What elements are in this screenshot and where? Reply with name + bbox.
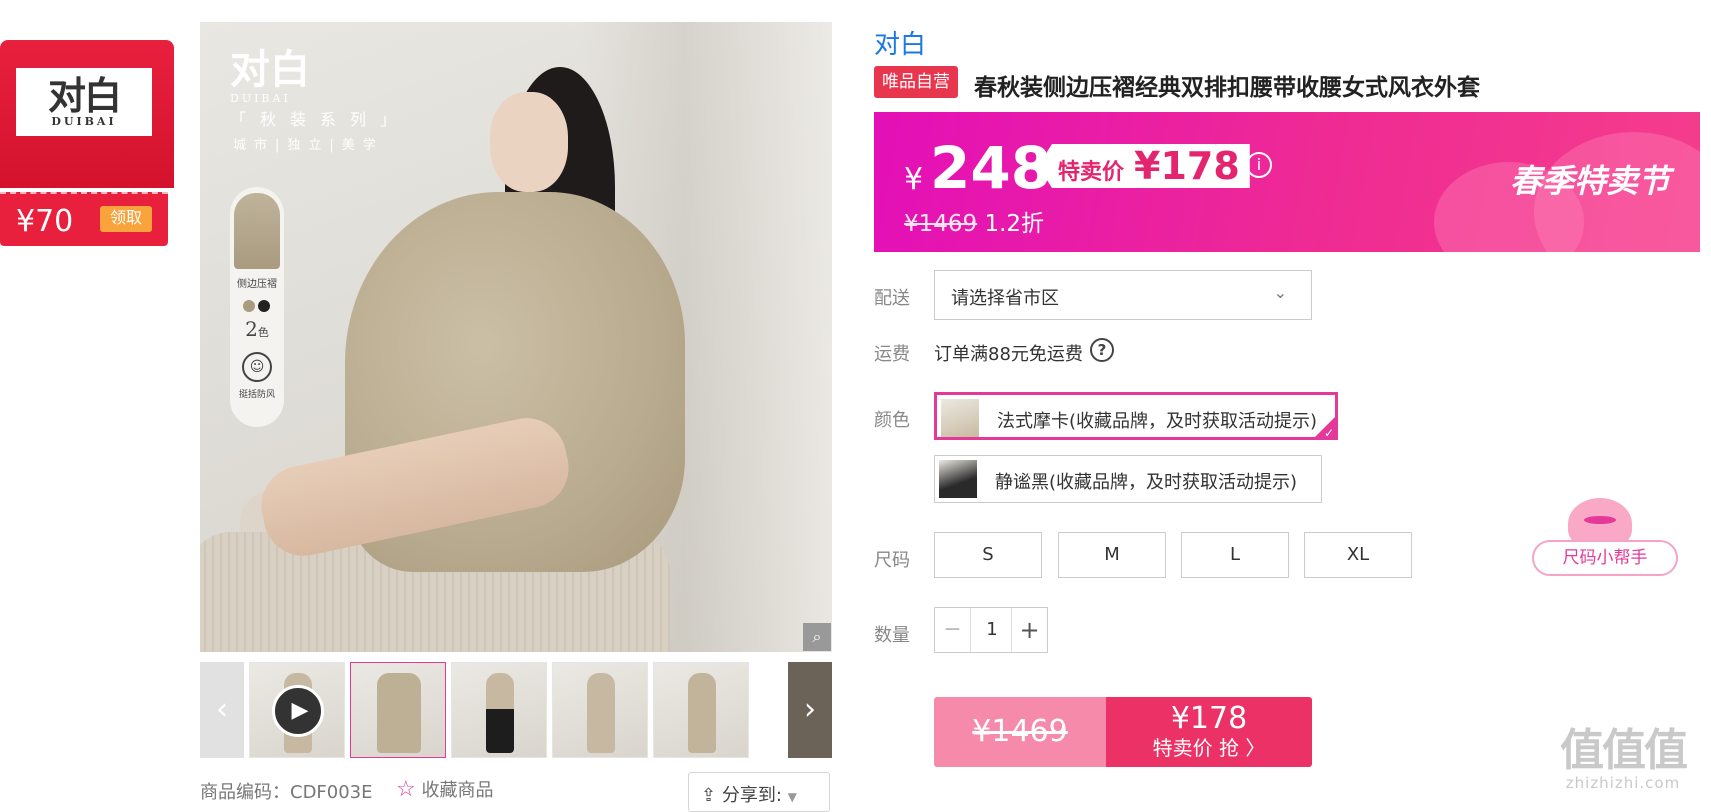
product-title: 春秋装侧边压褶经典双排扣腰带收腰女式风衣外套 — [974, 75, 1480, 101]
info-icon[interactable]: i — [1246, 152, 1272, 178]
favorite-label: 收藏商品 — [421, 780, 494, 801]
magnifier-icon[interactable]: ⌕ — [803, 623, 831, 651]
buy-now-button[interactable]: ¥178 特卖价 抢 〉 — [1106, 697, 1312, 767]
logo-text-cn: 对白 — [47, 72, 122, 118]
claim-coupon-button[interactable]: 领取 — [100, 206, 152, 232]
thumbnail-figure — [486, 673, 514, 753]
check-icon: ✓ — [1323, 426, 1334, 440]
thumbnail-figure — [688, 673, 716, 753]
price-original-row: ¥1469 1.2折 — [904, 204, 1044, 238]
buy-price: ¥178 — [1170, 701, 1248, 736]
price-banner: ¥ 248 特卖价 ¥178 i ¥1469 1.2折 春季特卖节 — [874, 112, 1700, 252]
image-subtitle: 城市|独立|美学 — [233, 138, 384, 153]
image-pill-label: 侧边压褶 — [237, 279, 277, 290]
color-option-black[interactable]: 静谧黑(收藏品牌，及时获取活动提示) — [934, 455, 1322, 503]
quantity-value[interactable]: 1 — [972, 608, 1012, 652]
image-model-head — [490, 92, 568, 192]
share-icon: ⇪ — [701, 785, 717, 806]
product-code: 商品编码：CDF003E — [200, 782, 373, 803]
chevron-left-icon[interactable]: ‹ — [200, 662, 244, 758]
size-label: 尺码 — [874, 550, 910, 571]
sale-price-label: 特卖价 — [1058, 160, 1125, 185]
sale-price-amount: ¥178 — [1134, 144, 1240, 188]
image-feature-pill: 侧边压褶 2色 ☺ 挺括防风 — [230, 187, 284, 427]
price-discount: 1.2折 — [984, 211, 1045, 237]
size-helper-button[interactable]: 尺码小帮手 — [1532, 540, 1678, 576]
region-placeholder: 请选择省市区 — [951, 288, 1059, 309]
watermark-logo: 值值值 — [1560, 725, 1688, 776]
quantity-stepper[interactable]: − 1 + — [934, 607, 1048, 653]
caret-down-icon: ▼ — [787, 790, 797, 804]
thumbnail-item[interactable] — [451, 662, 547, 758]
star-icon: ☆ — [396, 777, 416, 802]
thumbnail-figure — [377, 673, 421, 753]
thumbnail-video[interactable]: ▶ — [249, 662, 345, 758]
image-brand-mark: 对白 DUIBAI — [230, 46, 310, 106]
chevron-down-icon: ⌄ — [1273, 283, 1287, 302]
coupon-header: 对白 DUIBAI — [0, 40, 174, 188]
thumbnail-item[interactable] — [653, 662, 749, 758]
sale-price-tag: 特卖价 ¥178 — [1038, 144, 1250, 188]
color-swatch — [939, 460, 977, 498]
watermark-url: zhizhizhi.com — [1565, 774, 1681, 792]
image-series-text: 「秋装系列」 — [230, 110, 411, 129]
buy-original-price: ¥1469 — [934, 697, 1106, 767]
share-dropdown[interactable]: ⇪ 分享到: ▼ — [688, 772, 830, 812]
image-brand-cn: 对白 — [230, 46, 310, 93]
play-icon[interactable]: ▶ — [272, 685, 324, 737]
color-option-label: 静谧黑(收藏品牌，及时获取活动提示) — [995, 472, 1298, 493]
main-product-image[interactable]: 对白 DUIBAI 「秋装系列」 城市|独立|美学 侧边压褶 2色 ☺ 挺括防风… — [200, 22, 832, 652]
shipping-fee-label: 运费 — [874, 344, 910, 365]
windproof-icon: ☺ — [242, 352, 272, 382]
color-label: 颜色 — [874, 410, 910, 431]
color-dot-mocha — [243, 300, 255, 312]
color-swatch — [941, 399, 979, 437]
plus-icon[interactable]: + — [1011, 608, 1047, 652]
delivery-label: 配送 — [874, 288, 910, 309]
logo-text-en: DUIBAI — [51, 114, 117, 128]
image-colors-count: 2色 — [245, 317, 269, 341]
share-label: 分享到: — [721, 785, 782, 806]
image-brand-en: DUIBAI — [230, 92, 291, 105]
price-currency: ¥ — [904, 162, 924, 197]
chevron-right-icon[interactable]: › — [788, 662, 832, 758]
quantity-label: 数量 — [874, 625, 910, 646]
size-option-l[interactable]: L — [1181, 532, 1289, 578]
size-helper[interactable]: 尺码小帮手 — [1532, 498, 1678, 578]
price-original: ¥1469 — [904, 211, 978, 237]
image-pill-feature: 挺括防风 — [238, 390, 275, 400]
thumbnail-item[interactable] — [350, 662, 446, 758]
shipping-fee-text: 订单满88元免运费 — [934, 344, 1083, 365]
buy-button[interactable]: ¥1469 ¥178 特卖价 抢 〉 — [934, 697, 1312, 767]
brand-link[interactable]: 对白 — [874, 24, 926, 61]
buy-cta-label: 特卖价 抢 〉 — [1152, 736, 1266, 760]
color-option-mocha[interactable]: 法式摩卡(收藏品牌，及时获取活动提示) ✓ — [934, 392, 1338, 440]
watermark: 值值值 zhizhizhi.com — [1560, 725, 1688, 793]
region-select[interactable]: 请选择省市区 ⌄ — [934, 270, 1312, 320]
thumbnail-figure — [587, 673, 615, 753]
favorite-button[interactable]: ☆ 收藏商品 — [396, 776, 493, 802]
coupon-amount: ¥70 — [16, 204, 74, 239]
brand-logo[interactable]: 对白 DUIBAI — [16, 68, 152, 136]
color-dot-black — [258, 300, 270, 312]
size-option-m[interactable]: M — [1058, 532, 1166, 578]
size-option-s[interactable]: S — [934, 532, 1042, 578]
minus-icon[interactable]: − — [935, 608, 971, 652]
store-coupon: 对白 DUIBAI ¥70 领取 — [0, 40, 174, 246]
color-option-label: 法式摩卡(收藏品牌，及时获取活动提示) — [997, 411, 1318, 432]
image-fabric-swatch — [234, 193, 280, 269]
question-icon[interactable]: ? — [1090, 338, 1114, 362]
image-color-dots — [243, 297, 273, 316]
size-option-xl[interactable]: XL — [1304, 532, 1412, 578]
thumbnail-item[interactable] — [552, 662, 648, 758]
price-current: 248 — [930, 134, 1052, 202]
coupon-body: ¥70 领取 — [0, 192, 168, 246]
festival-label: 春季特卖节 — [1509, 162, 1670, 200]
self-operated-badge: 唯品自营 — [874, 66, 958, 98]
